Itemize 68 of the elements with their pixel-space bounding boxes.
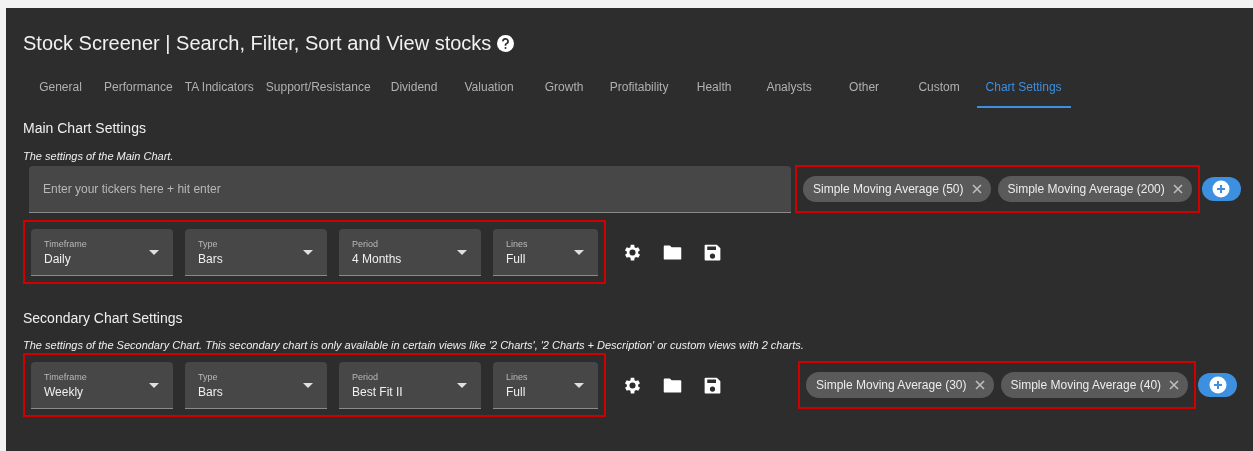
dropdown-caret-icon <box>303 249 313 255</box>
dropdown-caret-icon <box>303 382 313 388</box>
dropdown-caret-icon <box>574 382 584 388</box>
tab[interactable]: TA Indicators <box>178 68 260 108</box>
indicator-chip[interactable]: Simple Moving Average (40) <box>1000 372 1189 398</box>
chip-label: Simple Moving Average (30) <box>816 378 967 392</box>
select-field[interactable]: Lines Full <box>493 362 598 409</box>
section-heading: Main Chart Settings <box>23 120 147 136</box>
select-field[interactable]: Period 4 Months <box>339 229 481 276</box>
select-field[interactable]: Timeframe Weekly <box>31 362 173 409</box>
close-icon[interactable] <box>1172 184 1183 194</box>
field-label: Lines <box>506 371 528 382</box>
tab[interactable]: Performance <box>98 68 179 108</box>
plus-icon <box>1208 376 1227 394</box>
tab[interactable]: Chart Settings <box>976 68 1071 108</box>
section-description: The settings of the Main Chart. <box>23 150 175 162</box>
tab[interactable]: Support/Resistance <box>259 68 377 108</box>
field-label: Timeframe <box>44 238 87 249</box>
select-field[interactable]: Type Bars <box>185 362 327 409</box>
tab[interactable]: Analysts <box>751 68 827 108</box>
ticker-input[interactable]: Enter your tickers here + hit enter <box>29 165 791 213</box>
field-value: Daily <box>44 251 71 266</box>
chip-label: Simple Moving Average (40) <box>1010 378 1162 392</box>
dropdown-caret-icon <box>149 249 159 255</box>
dropdown-caret-icon <box>457 249 467 255</box>
tab[interactable]: Profitability <box>601 68 677 108</box>
chip-label: Simple Moving Average (200) <box>1007 182 1165 196</box>
field-value: 4 Months <box>352 251 402 266</box>
tab[interactable]: Growth <box>526 68 602 108</box>
tab[interactable]: Dividend <box>376 68 452 108</box>
close-icon[interactable] <box>974 380 985 390</box>
field-value: Bars <box>198 384 223 399</box>
field-value: Best Fit II <box>352 384 403 399</box>
dropdown-caret-icon <box>574 249 584 255</box>
tab[interactable]: General <box>23 68 98 108</box>
dropdown-caret-icon <box>149 382 159 388</box>
field-label: Lines <box>506 238 528 249</box>
field-value: Full <box>506 384 526 399</box>
field-label: Type <box>198 238 218 249</box>
section-description: The settings of the Secondary Chart. This secondary chart is only available in certain views like '2 Charts', '2 Charts + Description' or custom views with 2 charts. <box>23 339 805 351</box>
field-value: Bars <box>198 251 223 266</box>
plus-icon <box>1212 180 1231 198</box>
help-icon[interactable] <box>497 35 515 52</box>
tab[interactable]: Valuation <box>451 68 527 108</box>
select-field[interactable]: Type Bars <box>185 229 327 276</box>
field-label: Type <box>198 371 218 382</box>
dropdown-caret-icon <box>457 382 467 388</box>
field-label: Period <box>352 371 378 382</box>
select-field[interactable]: Timeframe Daily <box>31 229 173 276</box>
close-icon[interactable] <box>971 184 982 194</box>
chip-label: Simple Moving Average (50) <box>813 182 964 196</box>
field-value: Weekly <box>44 384 84 399</box>
add-button[interactable] <box>1201 177 1241 201</box>
field-label: Period <box>352 238 378 249</box>
indicator-chip[interactable]: Simple Moving Average (50) <box>803 176 991 202</box>
select-field[interactable]: Period Best Fit II <box>339 362 481 409</box>
add-button[interactable] <box>1198 373 1238 397</box>
indicator-chip[interactable]: Simple Moving Average (30) <box>806 372 994 398</box>
tab[interactable]: Custom <box>901 68 977 108</box>
field-value: Full <box>506 251 526 266</box>
tab[interactable]: Health <box>676 68 752 108</box>
close-icon[interactable] <box>1169 380 1180 390</box>
page-title: Stock Screener | Search, Filter, Sort and View stocks <box>23 32 492 55</box>
tab[interactable]: Other <box>826 68 902 108</box>
section-heading: Secondary Chart Settings <box>23 310 184 326</box>
indicator-chip[interactable]: Simple Moving Average (200) <box>997 176 1192 202</box>
select-field[interactable]: Lines Full <box>493 229 598 276</box>
field-label: Timeframe <box>44 371 87 382</box>
